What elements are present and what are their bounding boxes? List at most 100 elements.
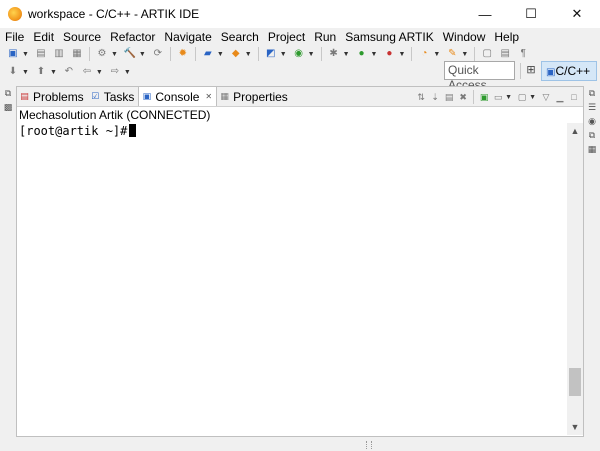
view-menu-icon[interactable]: ▽ [540,91,552,103]
chevron-down-icon[interactable]: ▼ [398,51,405,58]
display-console-icon[interactable]: ▭ [492,91,504,103]
chevron-down-icon[interactable]: ▼ [245,51,252,58]
external-tools-icon[interactable]: ● [382,47,396,61]
make-target-icon[interactable]: ▦ [586,144,598,156]
previous-annotation-icon[interactable]: ⬆ [34,65,48,79]
window-title: workspace - C/C++ - ARTIK IDE [28,7,200,21]
marker-icon[interactable]: ✎ [445,47,459,61]
left-trim-stack: ⧉ ▩ [0,86,16,451]
refresh-icon[interactable]: ⟳ [151,47,165,61]
prompt-text: [root@artik ~]# [19,124,128,138]
next-annotation-icon[interactable]: ⬇ [6,65,20,79]
tab-label: Properties [233,89,288,104]
new-console-icon[interactable]: ▢ [516,91,528,103]
toolbar-separator [473,90,475,104]
toolbar-separator [257,47,259,61]
save-icon[interactable]: ▤ [34,47,48,61]
build-icon[interactable]: 🔨 [123,47,137,61]
save-all-icon[interactable]: ▥ [52,47,66,61]
scrollbar-thumb[interactable] [569,368,581,396]
chevron-down-icon[interactable]: ▼ [461,51,468,58]
chevron-down-icon[interactable]: ▼ [217,51,224,58]
tab-console[interactable]: ▣ Console ✕ [138,86,218,106]
block-selection-icon[interactable]: ▤ [498,47,512,61]
forward-icon[interactable]: ⇨ [108,65,122,79]
console-view: ▤ Problems ☑ Tasks ▣ Console ✕ ▦ Propert… [16,86,584,437]
quick-access-input[interactable]: Quick Access [444,61,515,92]
last-edit-icon[interactable]: ↶ [62,65,76,79]
close-icon[interactable]: ✕ [205,92,212,101]
perspective-cpp-button[interactable]: ▣C/C++ [541,61,597,81]
open-console-icon[interactable]: ▣ [478,91,490,103]
toolbar-separator [320,47,322,61]
chevron-down-icon[interactable]: ▼ [139,51,146,58]
search-icon[interactable]: ◔ [417,47,431,61]
terminal-prompt: [root@artik ~]# [19,124,137,138]
pin-console-icon[interactable]: ⇣ [429,91,441,103]
chevron-down-icon[interactable]: ▼ [96,69,103,76]
tab-label: Problems [33,89,84,104]
chevron-down-icon[interactable]: ▼ [308,51,315,58]
chevron-down-icon[interactable]: ▼ [433,51,440,58]
chevron-down-icon[interactable]: ▼ [22,69,29,76]
open-element-icon[interactable]: ◩ [264,47,278,61]
maximize-view-icon[interactable]: □ [568,91,580,103]
restore-icon[interactable]: ⧉ [2,88,14,100]
console-icon: ▣ [142,91,152,101]
toolbar-separator [88,47,90,61]
clear-console-icon[interactable]: ▤ [443,91,455,103]
text-cursor [129,124,137,137]
new-project-icon[interactable]: ▰ [201,47,215,61]
tab-label: Console [155,89,200,104]
chevron-down-icon[interactable]: ▼ [50,69,57,76]
toggle-mark-icon[interactable]: ▢ [480,47,494,61]
minimize-button[interactable]: — [462,0,508,28]
tab-problems[interactable]: ▤ Problems [17,87,88,106]
run-icon[interactable]: ● [355,47,369,61]
status-bar-grip[interactable] [366,441,372,449]
outline-icon[interactable]: ☰ [586,102,598,114]
chevron-down-icon[interactable]: ▼ [343,51,350,58]
open-type-icon[interactable]: ◉ [292,47,306,61]
restore-icon[interactable]: ⧉ [586,88,598,100]
disconnect-icon[interactable]: ✖ [457,91,469,103]
console-description: Mechasolution Artik (CONNECTED) [19,108,211,122]
show-whitespace-icon[interactable]: ¶ [516,47,530,61]
toolbar-separator [194,47,196,61]
window-controls: — ☐ ✕ [462,0,600,28]
maximize-button[interactable]: ☐ [508,0,554,28]
artik-icon[interactable]: ✹ [176,47,190,61]
tasks-icon: ☑ [91,91,100,101]
properties-icon: ▦ [220,91,229,101]
scroll-up-icon[interactable]: ▲ [567,123,583,139]
close-button[interactable]: ✕ [554,0,600,28]
perspective-label: C/C++ [555,64,591,78]
new-icon[interactable]: ▣ [6,47,20,61]
chevron-down-icon[interactable]: ▼ [371,51,378,58]
include-browser-icon[interactable]: ◉ [586,116,598,128]
chevron-down-icon[interactable]: ▼ [280,51,287,58]
print-icon[interactable]: ▦ [70,47,84,61]
scroll-lock-icon[interactable]: ⇅ [415,91,427,103]
title-bar: workspace - C/C++ - ARTIK IDE — ☐ ✕ [0,0,600,28]
chevron-down-icon[interactable]: ▼ [529,94,536,101]
minimize-view-icon[interactable]: ▁ [554,91,566,103]
open-perspective-icon[interactable]: ⊞ [524,63,538,77]
build-config-icon[interactable]: ⚙ [95,47,109,61]
chevron-down-icon[interactable]: ▼ [124,69,131,76]
chevron-down-icon[interactable]: ▼ [111,51,118,58]
toolbar-separator [474,47,476,61]
new-class-icon[interactable]: ◆ [229,47,243,61]
restore-icon[interactable]: ⧉ [586,130,598,142]
chevron-down-icon[interactable]: ▼ [22,51,29,58]
tab-label: Tasks [103,89,135,104]
back-icon[interactable]: ⇦ [80,65,94,79]
tab-tasks[interactable]: ☑ Tasks [88,87,139,106]
chevron-down-icon[interactable]: ▼ [505,94,512,101]
scroll-down-icon[interactable]: ▼ [567,419,583,435]
project-explorer-icon[interactable]: ▩ [2,102,14,114]
console-output[interactable]: [root@artik ~]# [18,123,566,435]
debug-icon[interactable]: ✱ [327,47,341,61]
vertical-scrollbar[interactable]: ▲ ▼ [567,123,583,435]
tab-properties[interactable]: ▦ Properties [217,87,292,106]
